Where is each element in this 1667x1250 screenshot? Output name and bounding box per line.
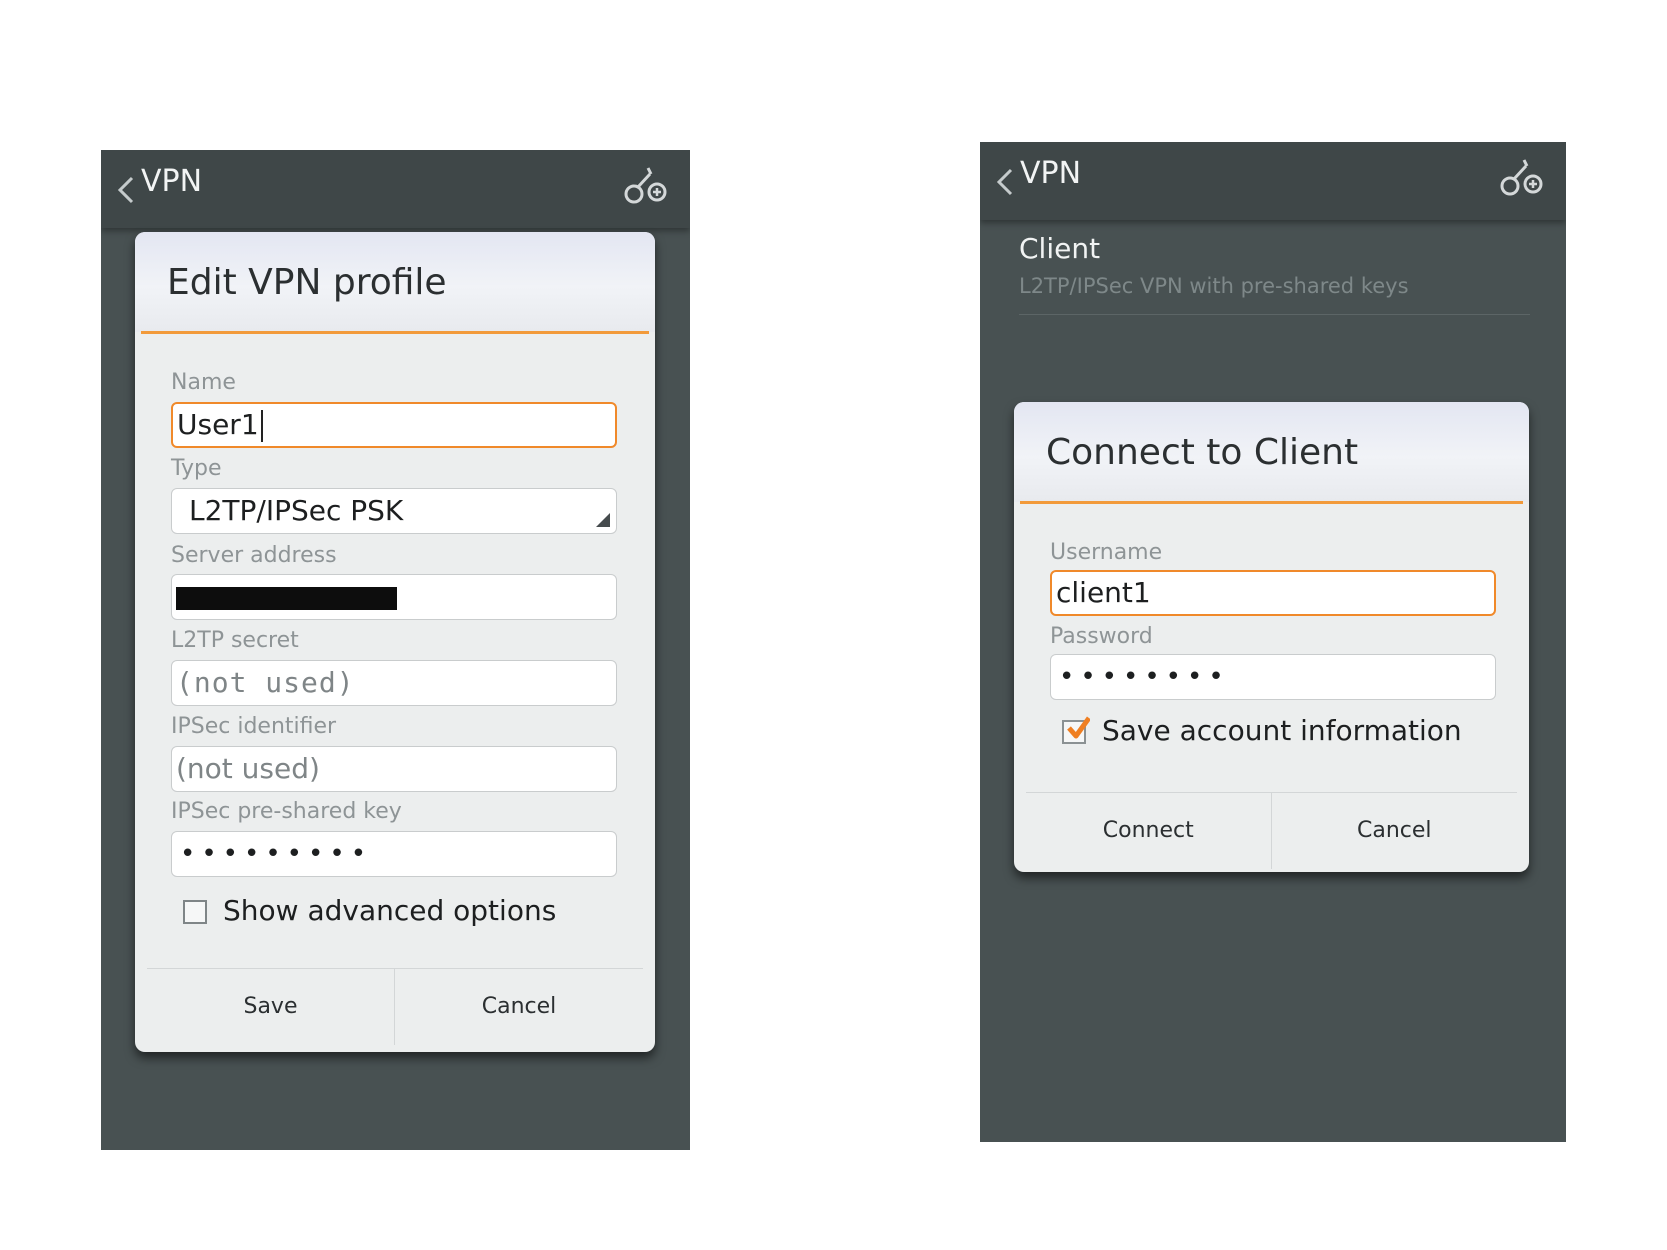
dialog-title: Edit VPN profile <box>167 262 447 303</box>
connect-button[interactable]: Connect <box>1026 793 1272 869</box>
dialog-divider <box>1020 501 1523 504</box>
show-advanced-label: Show advanced options <box>223 894 557 927</box>
dialog-title: Connect to Client <box>1046 432 1359 473</box>
connect-dialog: Connect to Client Username client1 Passw… <box>1014 402 1529 872</box>
server-address-field[interactable] <box>171 574 617 620</box>
server-address-label: Server address <box>171 543 337 568</box>
password-field[interactable]: •••••••• <box>1050 654 1496 700</box>
dialog-header: Connect to Client <box>1014 402 1529 502</box>
app-bar: VPN <box>101 150 690 228</box>
cancel-button[interactable]: Cancel <box>1272 793 1518 869</box>
username-field[interactable]: client1 <box>1050 570 1496 616</box>
name-field[interactable]: User1 <box>171 402 617 448</box>
ipsec-psk-field[interactable]: ••••••••• <box>171 831 617 877</box>
l2tp-secret-field[interactable]: (not used) <box>171 660 617 706</box>
dialog-divider <box>141 331 649 334</box>
edit-vpn-screen: VPN Edit VPN profile Name User1 Type L2T… <box>101 150 690 1150</box>
save-account-checkbox[interactable] <box>1062 716 1090 744</box>
chevron-left-icon[interactable] <box>994 167 1016 197</box>
list-divider <box>1019 314 1530 315</box>
edit-vpn-dialog: Edit VPN profile Name User1 Type L2TP/IP… <box>135 232 655 1052</box>
username-label: Username <box>1050 540 1163 565</box>
type-select[interactable]: L2TP/IPSec PSK <box>171 488 617 534</box>
save-account-label: Save account information <box>1102 714 1462 747</box>
password-label: Password <box>1050 624 1153 649</box>
save-button[interactable]: Save <box>147 969 395 1045</box>
show-advanced-checkbox[interactable] <box>183 900 207 924</box>
list-item-subtitle: L2TP/IPSec VPN with pre-shared keys <box>1019 274 1409 298</box>
connect-vpn-screen: VPN Client L2TP/IPSec VPN with pre-share… <box>980 142 1566 1142</box>
ipsec-identifier-label: IPSec identifier <box>171 714 337 739</box>
name-label: Name <box>171 370 236 395</box>
name-value: User1 <box>177 408 259 441</box>
l2tp-secret-label: L2TP secret <box>171 628 299 653</box>
app-bar: VPN <box>980 142 1566 220</box>
add-vpn-icon[interactable] <box>624 166 668 206</box>
cancel-button[interactable]: Cancel <box>395 969 643 1045</box>
text-caret <box>260 410 263 442</box>
app-bar-title: VPN <box>141 164 203 199</box>
dialog-header: Edit VPN profile <box>135 232 655 332</box>
type-label: Type <box>171 456 222 481</box>
app-bar-title: VPN <box>1020 156 1082 191</box>
type-selected-value: L2TP/IPSec PSK <box>189 494 404 527</box>
add-vpn-icon[interactable] <box>1500 158 1544 198</box>
checkmark-icon <box>1067 716 1090 739</box>
list-item-title: Client <box>1019 232 1101 265</box>
ipsec-psk-label: IPSec pre-shared key <box>171 799 402 824</box>
dropdown-arrow-icon <box>596 513 610 527</box>
redacted-server-address <box>176 587 397 610</box>
dialog-buttons: Connect Cancel <box>1026 792 1517 869</box>
dialog-buttons: Save Cancel <box>147 968 643 1045</box>
chevron-left-icon[interactable] <box>115 175 137 205</box>
ipsec-identifier-field[interactable]: (not used) <box>171 746 617 792</box>
